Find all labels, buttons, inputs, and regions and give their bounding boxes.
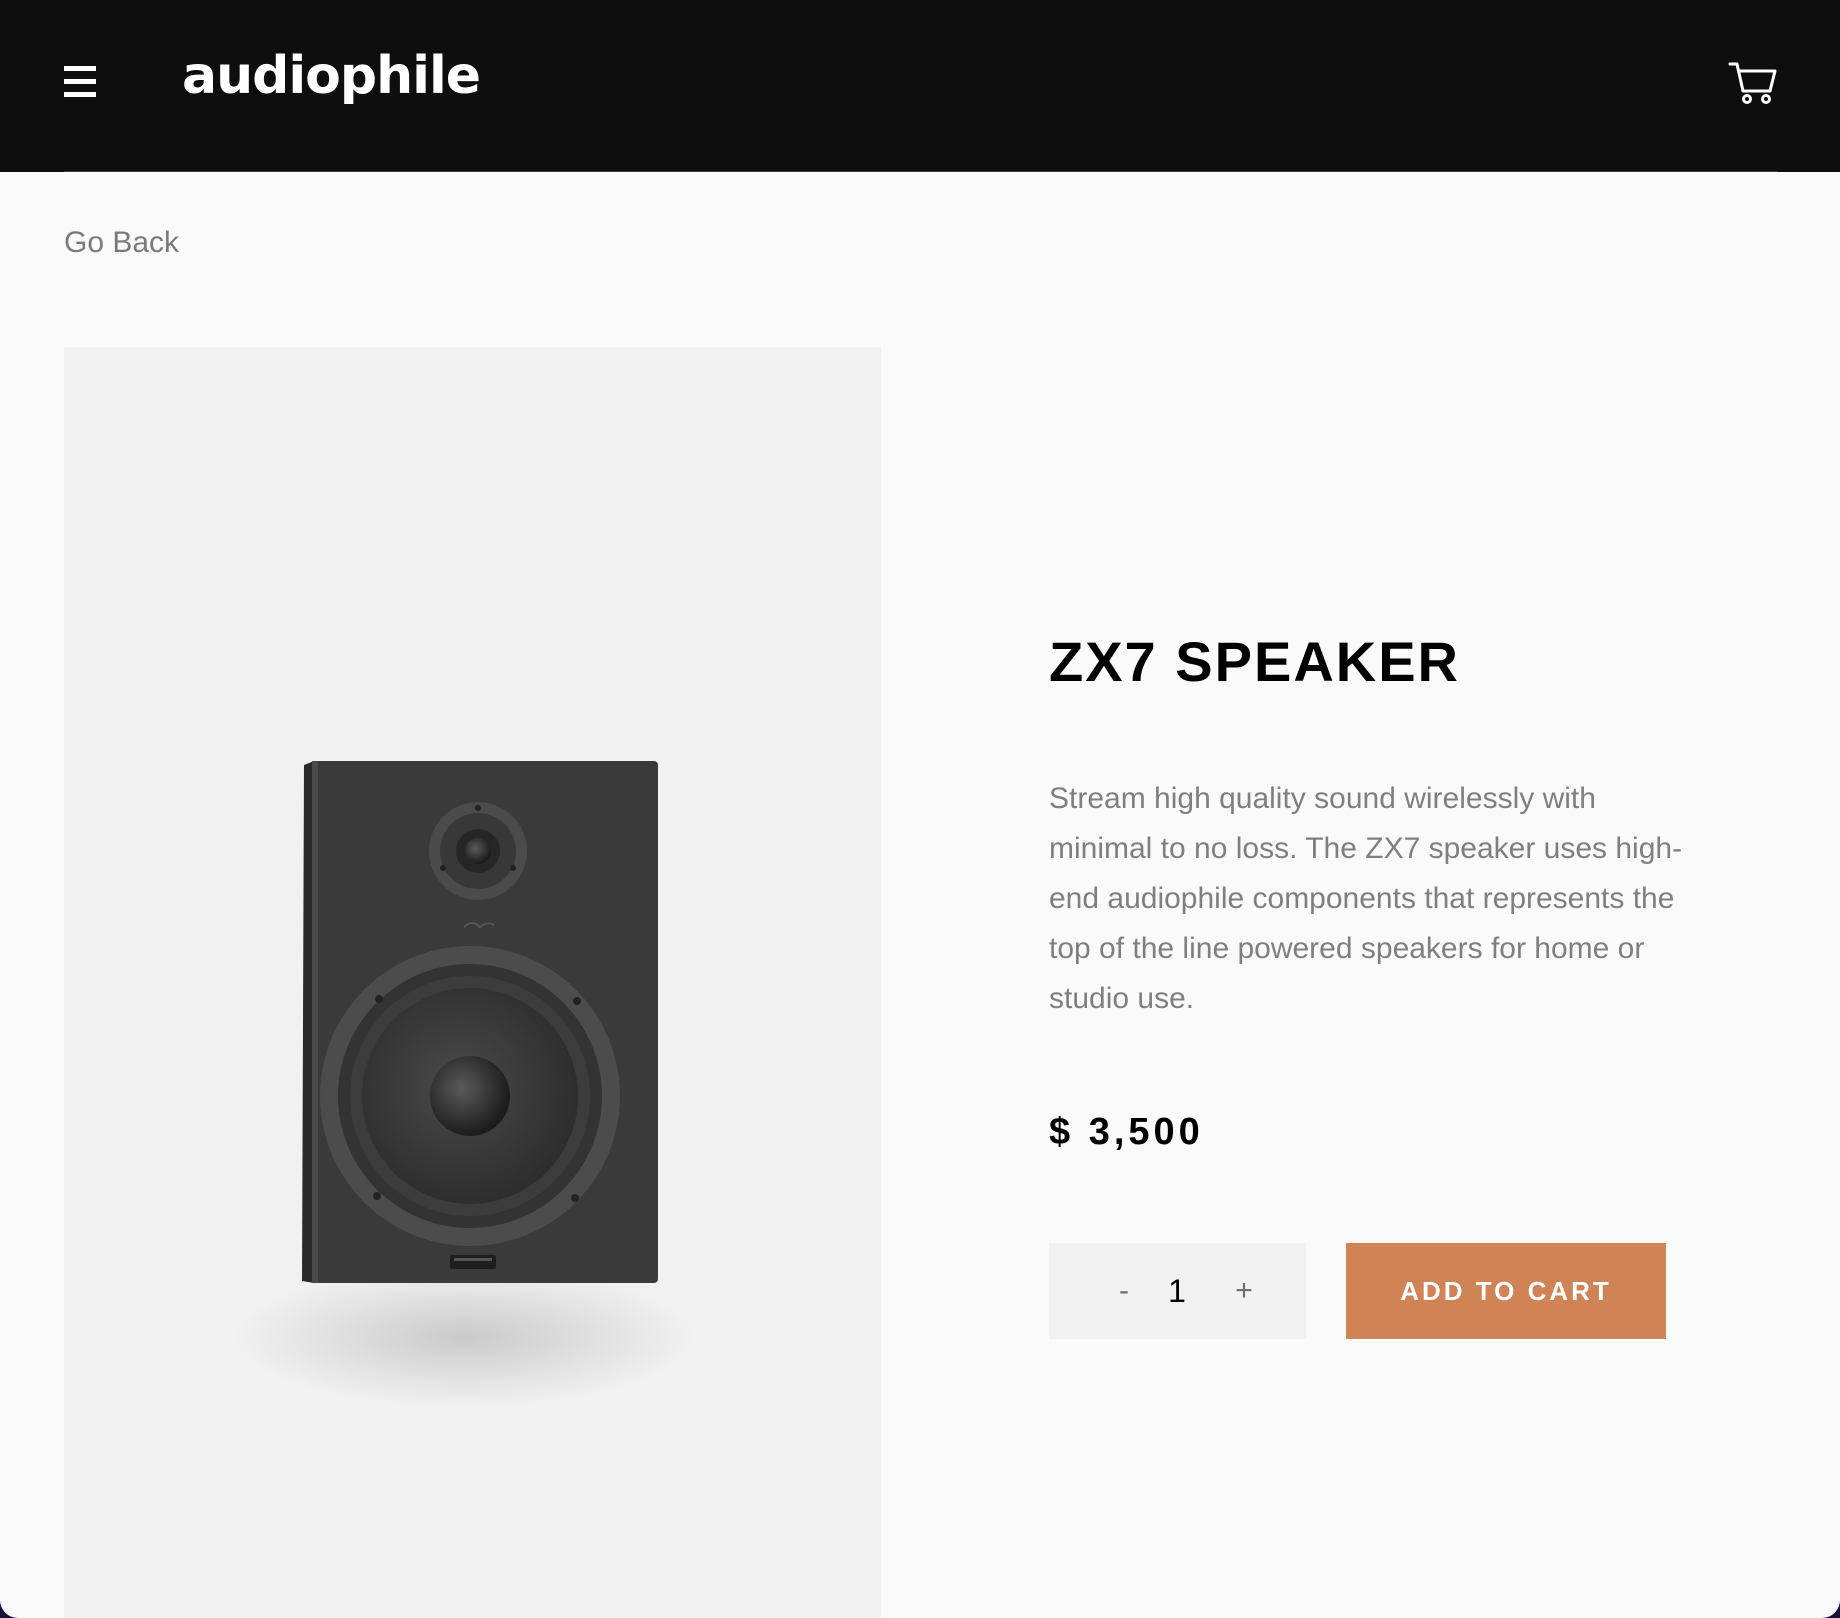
quantity-value: 1 <box>1168 1273 1186 1309</box>
quantity-stepper: - 1 + <box>1049 1243 1306 1339</box>
navbar-divider <box>64 171 1778 172</box>
product-description: Stream high quality sound wirelessly wit… <box>1049 782 1683 1015</box>
navbar: audiophile <box>0 0 1840 172</box>
quantity-increment-button[interactable]: + <box>1209 1243 1279 1339</box>
product-image-panel <box>64 347 881 1618</box>
hamburger-menu-icon[interactable] <box>64 66 96 98</box>
speaker-image <box>234 761 694 1407</box>
shopping-cart-icon[interactable] <box>1728 58 1778 106</box>
product-title: ZX7 SPEAKER <box>1049 630 1460 693</box>
app-window: audiophile Go Back ZX7 SPEAKER Stream hi… <box>0 0 1840 1618</box>
product-price: $ 3,500 <box>1049 1111 1204 1153</box>
add-to-cart-button[interactable]: ADD TO CART <box>1346 1243 1666 1339</box>
go-back-link[interactable]: Go Back <box>64 226 179 260</box>
logo[interactable]: audiophile <box>182 46 481 106</box>
